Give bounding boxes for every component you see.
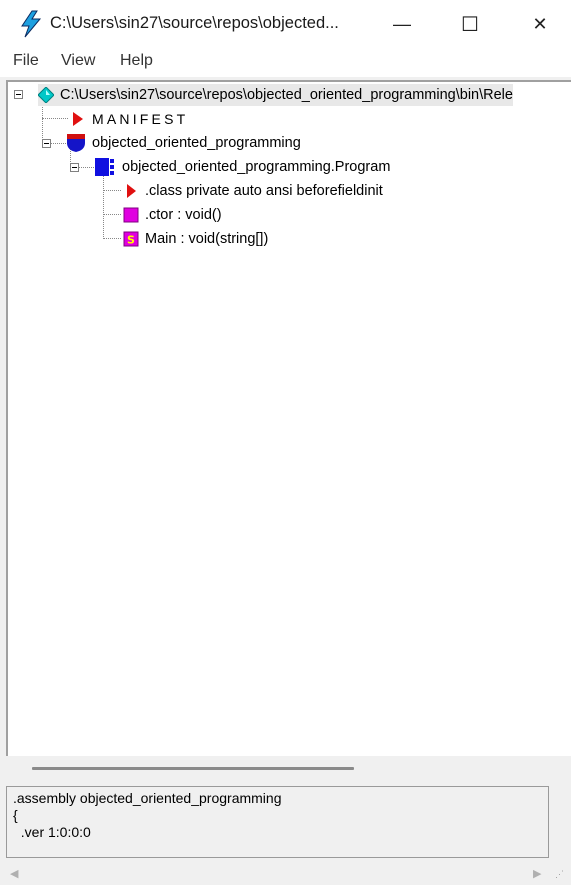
window-title: C:\Users\sin27\source\repos\objected...	[50, 14, 339, 32]
minimize-icon: —	[393, 13, 411, 34]
tree-connector	[42, 100, 43, 144]
close-button[interactable]: ✕	[516, 0, 564, 48]
lightning-icon	[21, 10, 42, 38]
tree-connector	[103, 238, 121, 239]
tree-node-ctor[interactable]: .ctor : void()	[123, 204, 222, 226]
tree-node-manifest[interactable]: MANIFEST	[70, 108, 188, 130]
namespace-shield-icon	[66, 133, 86, 153]
tree-node-root[interactable]: C:\Users\sin27\source\repos\objected_ori…	[37, 84, 513, 106]
tree-view[interactable]: C:\Users\sin27\source\repos\objected_ori…	[6, 80, 571, 756]
minimize-button[interactable]: —	[378, 0, 426, 48]
scrollbar-thumb[interactable]	[32, 767, 354, 770]
class-label: objected_oriented_programming.Program	[122, 159, 391, 175]
tree-connector	[103, 214, 121, 215]
root-label: C:\Users\sin27\source\repos\objected_ori…	[60, 87, 513, 103]
tree-node-class-info[interactable]: .class private auto ansi beforefieldinit	[123, 180, 383, 202]
detail-line: .assembly objected_oriented_programming	[13, 790, 282, 806]
method-icon	[123, 207, 139, 223]
tree-node-class[interactable]: objected_oriented_programming.Program	[94, 156, 390, 178]
tree-node-main[interactable]: S Main : void(string[])	[123, 228, 268, 250]
tree-connector	[103, 173, 104, 239]
maximize-button[interactable]: ☐	[446, 0, 494, 48]
tree-horizontal-scrollbar[interactable]	[6, 756, 571, 782]
class-expander[interactable]	[70, 163, 79, 172]
assembly-diamond-icon	[37, 86, 55, 104]
detail-line: {	[13, 807, 18, 823]
manifest-arrow-icon	[70, 111, 86, 127]
scroll-left-icon[interactable]: ◀	[10, 867, 18, 880]
title-bar[interactable]: C:\Users\sin27\source\repos\objected... …	[0, 0, 571, 48]
resize-grip-icon[interactable]: ⋰	[555, 869, 564, 880]
class-info-arrow-icon	[123, 183, 139, 199]
main-label: Main : void(string[])	[145, 231, 269, 247]
scroll-right-icon[interactable]: ▶	[533, 867, 541, 880]
ctor-label: .ctor : void()	[145, 207, 222, 223]
tree-connector	[103, 190, 121, 191]
menu-file[interactable]: File	[11, 52, 41, 70]
tree-node-namespace[interactable]: objected_oriented_programming	[66, 132, 301, 154]
tree-connector	[48, 143, 68, 144]
tree-connector	[42, 118, 68, 119]
bottom-horizontal-scrollbar[interactable]: ◀ ▶ ⋰	[0, 862, 571, 885]
menu-bar: File View Help	[0, 48, 571, 77]
class-icon	[94, 157, 116, 177]
menu-help[interactable]: Help	[118, 52, 155, 70]
manifest-label: MANIFEST	[92, 111, 189, 127]
maximize-icon: ☐	[461, 13, 479, 36]
class-info-label: .class private auto ansi beforefieldinit	[145, 183, 383, 199]
menu-view[interactable]: View	[59, 52, 97, 70]
svg-text:S: S	[127, 234, 135, 247]
detail-text-pane[interactable]: .assembly objected_oriented_programming …	[6, 786, 549, 858]
close-icon: ✕	[532, 13, 548, 34]
static-method-icon: S	[123, 231, 139, 247]
namespace-label: objected_oriented_programming	[92, 135, 301, 151]
root-expander[interactable]	[14, 90, 23, 99]
namespace-expander[interactable]	[42, 139, 51, 148]
detail-line: .ver 1:0:0:0	[13, 824, 91, 840]
